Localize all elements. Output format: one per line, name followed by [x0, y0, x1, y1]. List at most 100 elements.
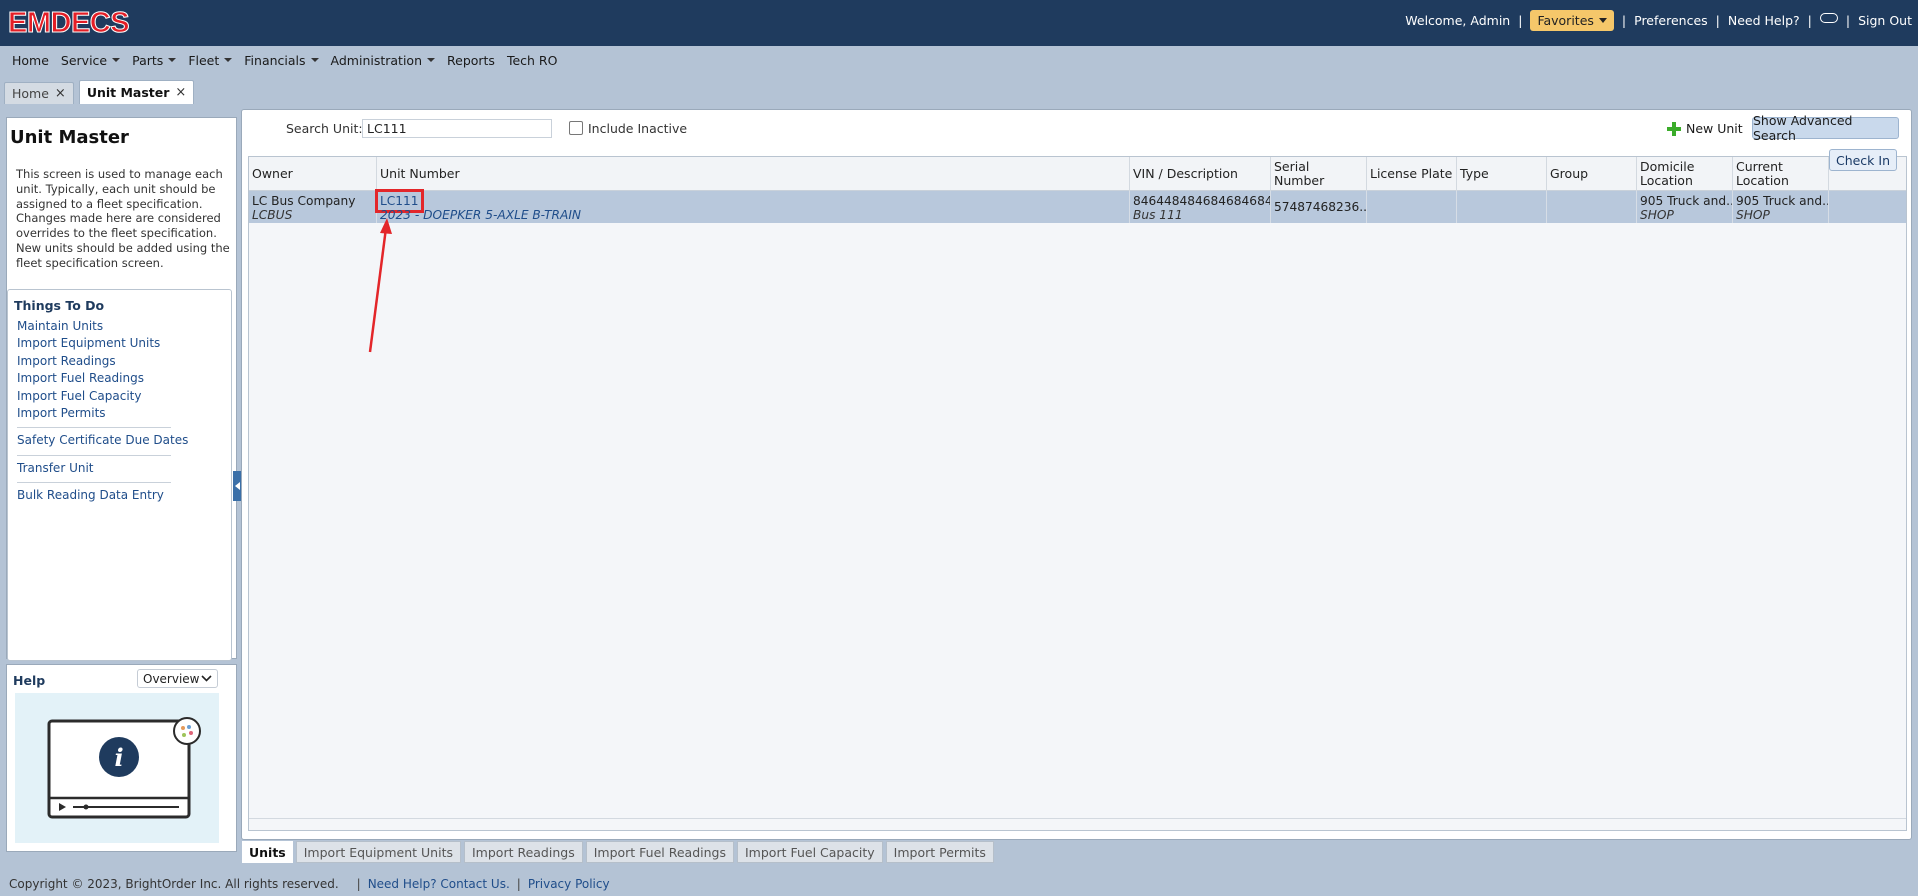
main-menu-bar: Home Service Parts Fleet Financials Admi… — [0, 46, 1918, 74]
header-line: Location — [1640, 173, 1693, 188]
close-icon[interactable]: × — [175, 85, 186, 100]
bottom-tab-bar: Units Import Equipment Units Import Read… — [242, 840, 994, 864]
todo-import-permits[interactable]: Import Permits — [17, 405, 177, 422]
separator: | — [356, 876, 361, 891]
chat-icon[interactable] — [1819, 12, 1838, 23]
current-value: 905 Truck and... — [1736, 194, 1829, 208]
page-title: Unit Master — [10, 127, 129, 148]
cell-owner: LC Bus Company LCBUS — [249, 191, 377, 223]
chevron-down-icon — [427, 58, 435, 62]
divider — [17, 427, 171, 429]
column-header-serial[interactable]: Serial Number — [1271, 157, 1367, 191]
page-tab-bar: Home × Unit Master × — [0, 80, 195, 104]
todo-transfer-unit[interactable]: Transfer Unit — [17, 460, 177, 477]
separator: | — [1807, 12, 1812, 28]
column-header-domicile-location[interactable]: Domicile Location — [1637, 157, 1733, 191]
column-header-type[interactable]: Type — [1457, 157, 1547, 191]
unit-description: 2023 - DOEPKER 5-AXLE B-TRAIN — [380, 208, 582, 223]
column-header-unit-number[interactable]: Unit Number — [377, 157, 1130, 191]
new-unit-button[interactable]: New Unit — [1667, 121, 1743, 136]
show-advanced-search-button[interactable]: Show Advanced Search — [1752, 113, 1899, 143]
todo-bulk-reading-data-entry[interactable]: Bulk Reading Data Entry — [17, 487, 177, 504]
include-inactive-checkbox[interactable] — [569, 121, 583, 135]
todo-safety-certificate-due-dates[interactable]: Safety Certificate Due Dates — [17, 432, 188, 449]
privacy-policy-link[interactable]: Privacy Policy — [528, 877, 610, 891]
todo-import-equipment-units[interactable]: Import Equipment Units — [17, 335, 177, 352]
svg-text:i: i — [114, 743, 123, 772]
tab-home[interactable]: Home × — [4, 82, 74, 104]
menu-label: Home — [12, 52, 49, 68]
help-panel: Help Overview i — [6, 664, 237, 852]
todo-import-readings[interactable]: Import Readings — [17, 353, 177, 370]
tab-import-fuel-readings[interactable]: Import Fuel Readings — [585, 841, 734, 863]
table-row[interactable]: LC Bus Company LCBUS LC111 2023 - DOEPKE… — [249, 188, 1906, 223]
sign-out-link[interactable]: Sign Out — [1858, 13, 1912, 28]
menu-financials[interactable]: Financials — [238, 53, 324, 68]
menu-administration[interactable]: Administration — [325, 53, 441, 68]
tab-label: Home — [12, 86, 49, 101]
separator: | — [1845, 12, 1851, 28]
grid-footer — [249, 818, 1906, 830]
search-unit-label: Search Unit: — [286, 121, 363, 136]
app-logo[interactable]: EMDECS — [7, 7, 130, 40]
tab-import-fuel-capacity[interactable]: Import Fuel Capacity — [737, 841, 883, 863]
tab-unit-master[interactable]: Unit Master × — [78, 80, 195, 104]
menu-service[interactable]: Service — [55, 53, 126, 68]
menu-label: Parts — [132, 52, 164, 68]
separator: | — [1715, 12, 1720, 28]
search-unit-input[interactable] — [362, 119, 552, 138]
welcome-text: Welcome, Admin — [1405, 12, 1511, 28]
tab-import-readings[interactable]: Import Readings — [464, 841, 583, 863]
header-line: Current — [1736, 158, 1783, 174]
menu-tech-ro[interactable]: Tech RO — [501, 53, 564, 68]
menu-parts[interactable]: Parts — [126, 53, 182, 68]
menu-label: Reports — [447, 52, 495, 68]
todo-import-fuel-capacity[interactable]: Import Fuel Capacity — [17, 388, 177, 405]
chevron-down-icon — [224, 58, 233, 62]
top-header-bar: EMDECS Welcome, Admin | Favorites | Pref… — [0, 0, 1918, 46]
chevron-down-icon — [112, 58, 121, 62]
favorites-dropdown[interactable]: Favorites — [1530, 9, 1614, 31]
video-player-icon: i — [47, 717, 201, 819]
column-header-vin[interactable]: VIN / Description — [1130, 157, 1271, 191]
owner-code: LCBUS — [252, 208, 293, 223]
check-in-button[interactable]: Check In — [1829, 149, 1897, 171]
todo-maintain-units[interactable]: Maintain Units — [17, 318, 177, 335]
todo-import-fuel-readings[interactable]: Import Fuel Readings — [17, 370, 177, 387]
cell-current-location: 905 Truck and... SHOP — [1733, 191, 1829, 223]
separator: | — [1621, 12, 1627, 28]
cell-domicile-location: 905 Truck and... SHOP — [1637, 191, 1733, 223]
page-description: This screen is used to manage each unit.… — [16, 167, 230, 270]
current-sub: SHOP — [1736, 208, 1770, 223]
column-header-group[interactable]: Group — [1547, 157, 1637, 191]
column-header-owner[interactable]: Owner — [249, 157, 377, 191]
vin-description: Bus 111 — [1133, 208, 1183, 223]
menu-home[interactable]: Home — [6, 53, 55, 68]
help-select-value: Overview — [143, 671, 200, 686]
menu-reports[interactable]: Reports — [441, 53, 501, 68]
domicile-sub: SHOP — [1640, 208, 1674, 223]
main-content: Search Unit: Include Inactive New Unit S… — [241, 109, 1912, 840]
include-inactive-label[interactable]: Include Inactive — [588, 121, 687, 136]
column-header-license-plate[interactable]: License Plate — [1367, 157, 1457, 191]
contact-us-link[interactable]: Need Help? Contact Us. — [368, 877, 510, 891]
tab-units[interactable]: Units — [242, 841, 293, 863]
unit-number-link[interactable]: LC111 — [375, 188, 424, 214]
menu-fleet[interactable]: Fleet — [182, 53, 238, 68]
need-help-link[interactable]: Need Help? — [1728, 13, 1800, 28]
help-video-thumbnail[interactable]: i — [15, 693, 219, 843]
help-title: Help — [13, 673, 46, 688]
tab-import-permits[interactable]: Import Permits — [885, 841, 994, 863]
header-line: Location — [1736, 173, 1789, 188]
column-header-current-location[interactable]: Current Location — [1733, 157, 1829, 191]
menu-label: Tech RO — [506, 52, 558, 68]
separator: | — [1518, 12, 1523, 28]
menu-label: Service — [60, 52, 108, 68]
preferences-link[interactable]: Preferences — [1634, 13, 1708, 28]
things-to-do-title: Things To Do — [14, 298, 105, 313]
tab-import-equipment-units[interactable]: Import Equipment Units — [295, 841, 461, 863]
things-to-do-list: Maintain Units Import Equipment Units Im… — [17, 318, 188, 505]
left-info-panel: Unit Master This screen is used to manag… — [6, 117, 237, 661]
help-topic-select[interactable]: Overview — [137, 669, 218, 688]
close-icon[interactable]: × — [55, 86, 66, 101]
